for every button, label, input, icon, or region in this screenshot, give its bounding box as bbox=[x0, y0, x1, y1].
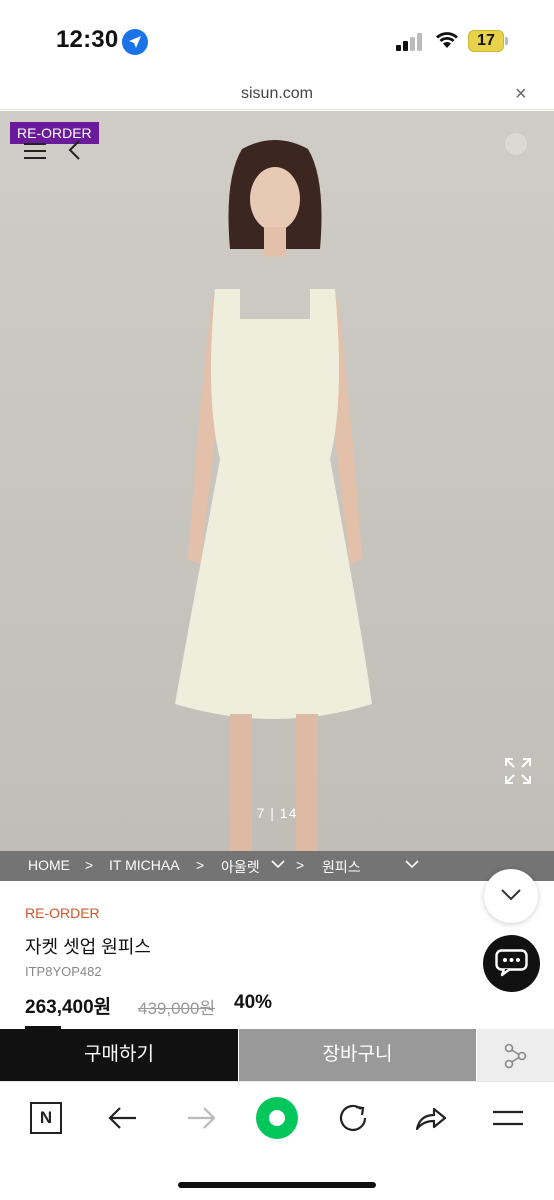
breadcrumb-separator: > bbox=[196, 857, 205, 873]
reorder-tag: RE-ORDER bbox=[10, 122, 99, 144]
purchase-bar: 구매하기 장바구니 bbox=[0, 1029, 554, 1081]
breadcrumb-home[interactable]: HOME bbox=[28, 857, 70, 873]
product-code: ITP8YOP482 bbox=[25, 964, 102, 979]
close-icon[interactable]: × bbox=[515, 83, 527, 106]
reload-icon[interactable] bbox=[337, 1100, 373, 1136]
green-dot-icon[interactable] bbox=[256, 1097, 298, 1139]
menu-lines-icon[interactable] bbox=[491, 1100, 527, 1136]
breadcrumb: HOME > IT MICHAA > 아울렛 > 원피스 bbox=[0, 851, 554, 881]
battery-level: 17 bbox=[477, 32, 495, 49]
breadcrumb-separator: > bbox=[296, 857, 305, 873]
reorder-label: RE-ORDER bbox=[25, 905, 100, 921]
chevron-down-icon bbox=[501, 889, 521, 901]
favorite-icon[interactable] bbox=[505, 133, 527, 155]
wifi-icon bbox=[434, 30, 460, 55]
breadcrumb-separator: > bbox=[85, 857, 94, 873]
url-bar[interactable]: sisun.com × bbox=[0, 80, 554, 110]
arrow-left-icon[interactable] bbox=[106, 1100, 142, 1136]
status-time: 12:30 bbox=[56, 26, 119, 53]
chevron-left-icon[interactable] bbox=[66, 139, 82, 166]
share-arrow-icon[interactable] bbox=[414, 1100, 450, 1136]
breadcrumb-brand[interactable]: IT MICHAA bbox=[109, 857, 180, 873]
browser-toolbar: N bbox=[0, 1081, 554, 1200]
discount-rate: 40% bbox=[234, 992, 273, 1013]
home-indicator bbox=[178, 1182, 376, 1188]
sale-price: 263,400원 bbox=[25, 997, 112, 1018]
breadcrumb-outlet[interactable]: 아울렛 bbox=[221, 857, 260, 877]
naver-n-icon[interactable]: N bbox=[30, 1102, 62, 1134]
chevron-down-icon[interactable] bbox=[404, 859, 420, 869]
original-price: 439,000원 bbox=[138, 999, 216, 1018]
status-bar: 12:30 17 bbox=[0, 0, 554, 80]
scroll-down-button[interactable] bbox=[484, 869, 538, 923]
expand-icon[interactable] bbox=[504, 757, 532, 790]
model-photo bbox=[175, 140, 372, 851]
buy-button[interactable]: 구매하기 bbox=[0, 1029, 238, 1081]
battery-icon: 17 bbox=[468, 30, 508, 52]
chat-bubble-icon bbox=[495, 949, 528, 977]
product-info: RE-ORDER 자켓 셋업 원피스 ITP8YOP482 263,400원 4… bbox=[0, 881, 554, 1029]
breadcrumb-category[interactable]: 원피스 bbox=[322, 857, 361, 877]
product-name: 자켓 셋업 원피스 bbox=[25, 937, 151, 957]
image-counter: 7 | 14 bbox=[256, 805, 298, 821]
arrow-right-icon[interactable] bbox=[184, 1100, 220, 1136]
chevron-down-icon[interactable] bbox=[270, 859, 286, 869]
url-text[interactable]: sisun.com bbox=[0, 85, 554, 103]
cart-button[interactable]: 장바구니 bbox=[239, 1029, 476, 1081]
share-button[interactable] bbox=[477, 1029, 554, 1081]
hamburger-menu-icon[interactable] bbox=[24, 143, 46, 159]
signal-icon bbox=[396, 33, 426, 51]
product-image[interactable]: RE-ORDER 7 | 14 bbox=[0, 111, 554, 851]
location-arrow-icon bbox=[122, 29, 148, 55]
chat-button[interactable] bbox=[483, 935, 540, 992]
share-nodes-icon bbox=[504, 1043, 527, 1069]
